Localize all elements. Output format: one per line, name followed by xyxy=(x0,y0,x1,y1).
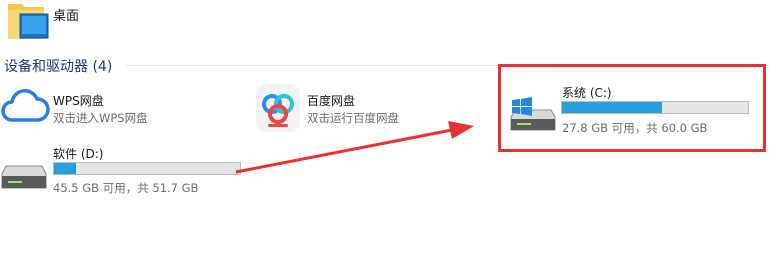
drive-d-item[interactable]: 软件 (D:) 45.5 GB 可用，共 51.7 GB xyxy=(0,140,250,200)
baidu-subtitle: 双击运行百度网盘 xyxy=(307,111,399,125)
windows-logo-icon xyxy=(512,97,532,117)
desktop-folder-item[interactable]: 桌面 xyxy=(0,0,200,46)
baidu-title: 百度网盘 xyxy=(307,94,356,108)
drive-d-usage-fill xyxy=(54,163,77,174)
desktop-label: 桌面 xyxy=(53,9,80,24)
cloud-icon xyxy=(0,88,50,124)
hard-drive-icon xyxy=(0,162,48,192)
baidu-netdisk-item[interactable]: 百度网盘 双击运行百度网盘 xyxy=(250,84,490,134)
drive-c-usage-text: 27.8 GB 可用，共 60.0 GB xyxy=(562,121,708,135)
drive-d-usage-bar xyxy=(53,162,241,175)
drive-d-title: 软件 (D:) xyxy=(53,147,104,161)
desktop-folder-icon xyxy=(8,0,50,42)
wps-subtitle: 双击进入WPS网盘 xyxy=(53,111,148,125)
wps-title: WPS网盘 xyxy=(53,94,104,108)
drive-c-usage-fill xyxy=(562,102,663,113)
drive-c-usage-bar xyxy=(561,101,749,114)
wps-cloud-item[interactable]: WPS网盘 双击进入WPS网盘 xyxy=(0,84,230,130)
drive-c-title: 系统 (C:) xyxy=(562,86,612,100)
section-title: 设备和驱动器 (4) xyxy=(4,59,113,75)
drive-d-usage-text: 45.5 GB 可用，共 51.7 GB xyxy=(53,181,199,195)
baidu-netdisk-icon xyxy=(256,84,300,132)
drive-c-item[interactable]: 系统 (C:) 27.8 GB 可用，共 60.0 GB xyxy=(505,80,760,142)
